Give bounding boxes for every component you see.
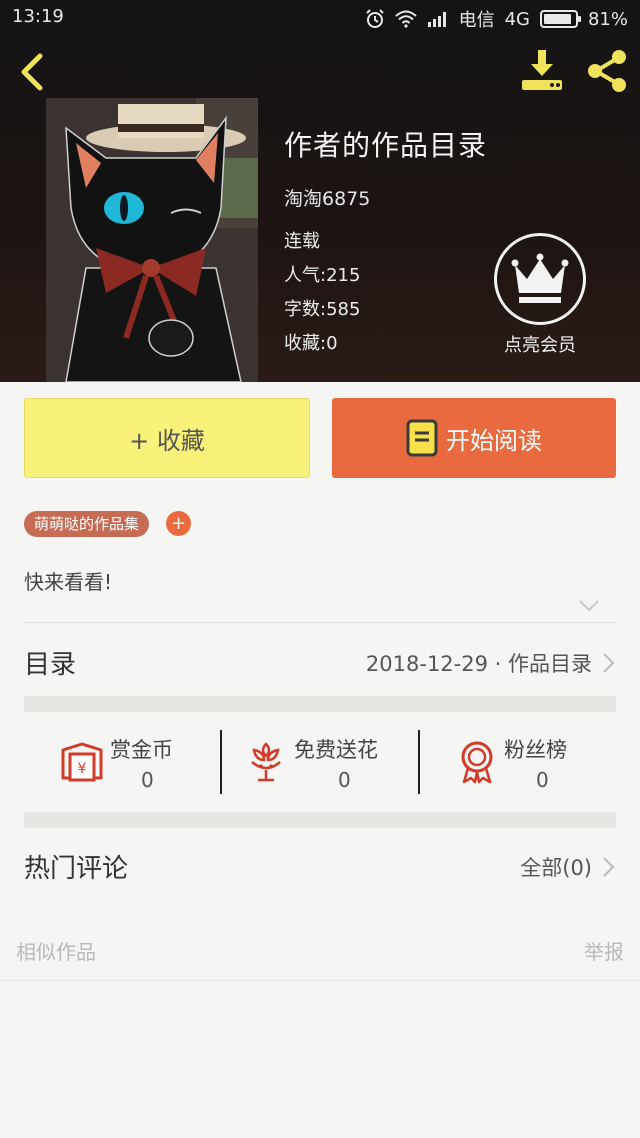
reward-coins-count: 0: [141, 768, 154, 792]
chevron-down-icon: [579, 600, 599, 612]
divider: [0, 980, 640, 981]
back-button[interactable]: [14, 50, 54, 94]
word-count-value: 585: [326, 299, 361, 320]
fans-ranking-label: 粉丝榜: [504, 738, 567, 762]
similar-works-label: 相似作品: [16, 940, 96, 964]
word-count-line: 字数: 585: [284, 293, 487, 327]
favorites-line: 收藏: 0: [284, 327, 487, 361]
expand-description-button[interactable]: [578, 598, 600, 617]
book-info: 作者的作品目录 淘淘6875 连载 人气: 215 字数: 585 收藏: 0: [284, 124, 487, 361]
hot-comments-title: 热门评论: [24, 854, 129, 884]
black-cat-illustration: [46, 98, 258, 382]
network-label: 4G: [504, 8, 530, 30]
wifi-icon: [394, 10, 417, 28]
chevron-right-icon: [603, 857, 615, 877]
download-button[interactable]: [518, 48, 566, 94]
catalog-row[interactable]: 目录 2018-12-29 · 作品目录: [24, 634, 616, 690]
free-flower-button[interactable]: 免费送花 0: [222, 728, 418, 794]
popularity-line: 人气: 215: [284, 259, 487, 293]
start-reading-label: 开始阅读: [446, 426, 542, 455]
collect-label: + 收藏: [129, 426, 205, 455]
author-name[interactable]: 淘淘6875: [284, 184, 487, 211]
divider: [24, 622, 616, 623]
favorites-label: 收藏:: [284, 333, 327, 354]
alarm-icon: [365, 9, 384, 28]
vip-label: 点亮会员: [504, 335, 576, 356]
vip-badge: [494, 233, 586, 325]
catalog-title: 目录: [24, 650, 77, 680]
book-meta: 连载 人气: 215 字数: 585 收藏: 0: [284, 225, 487, 361]
vip-button[interactable]: 点亮会员: [494, 233, 586, 357]
add-tag-button[interactable]: +: [166, 511, 191, 536]
book-cover-image[interactable]: [46, 98, 258, 382]
popularity-label: 人气:: [284, 265, 327, 286]
collection-tag[interactable]: 萌萌哒的作品集: [24, 511, 150, 537]
start-reading-button[interactable]: 开始阅读: [332, 398, 616, 478]
book-icon: [406, 419, 438, 457]
svg-text:¥: ¥: [78, 761, 87, 777]
fans-ranking-button[interactable]: 粉丝榜 0: [420, 728, 616, 794]
chevron-right-icon: [603, 653, 615, 673]
battery-icon: [539, 10, 581, 28]
chevron-left-icon: [21, 53, 43, 91]
catalog-update-info: 2018-12-29 · 作品目录: [365, 652, 592, 676]
section-separator: [24, 696, 616, 712]
book-title: 作者的作品目录: [284, 129, 488, 162]
hot-comments-row[interactable]: 热门评论 全部(0): [24, 838, 616, 894]
carrier-label: 电信: [458, 10, 495, 31]
red-envelope-icon: ¥: [61, 742, 103, 782]
free-flower-count: 0: [338, 768, 351, 792]
stats-bar: ¥ 赏金币 0 免费送花 0 粉丝榜 0: [24, 728, 616, 794]
medal-icon: [461, 741, 493, 784]
report-link[interactable]: 举报: [584, 936, 624, 965]
status-bar: 13:19 电信 4G 81%: [0, 0, 640, 34]
download-icon: [522, 50, 562, 90]
serial-status: 连载: [284, 225, 487, 259]
flower-icon: [251, 742, 281, 782]
battery-percent: 81%: [587, 8, 628, 30]
share-icon: [588, 50, 626, 92]
reward-coins-label: 赏金币: [110, 738, 173, 762]
free-flower-label: 免费送花: [294, 738, 378, 762]
share-button[interactable]: [584, 48, 630, 94]
section-separator: [24, 812, 616, 828]
serial-status-text: 连载: [284, 231, 320, 252]
fans-ranking-count: 0: [536, 768, 549, 792]
all-comments-link[interactable]: 全部(0): [520, 852, 592, 882]
word-count-label: 字数:: [284, 299, 327, 320]
signal-icon: [427, 12, 446, 27]
reward-coins-button[interactable]: ¥ 赏金币 0: [24, 728, 220, 794]
favorites-value: 0: [326, 333, 338, 354]
status-icons: 电信 4G 81%: [365, 6, 628, 32]
book-description: 快来看看!: [24, 570, 113, 594]
status-time: 13:19: [12, 6, 64, 27]
book-header: 13:19 电信 4G 81% 作者的作品目录 淘淘6875 连载 人气: 21…: [0, 0, 640, 382]
collect-button[interactable]: + 收藏: [24, 398, 310, 478]
popularity-value: 215: [326, 265, 361, 286]
crown-icon: [511, 253, 569, 303]
